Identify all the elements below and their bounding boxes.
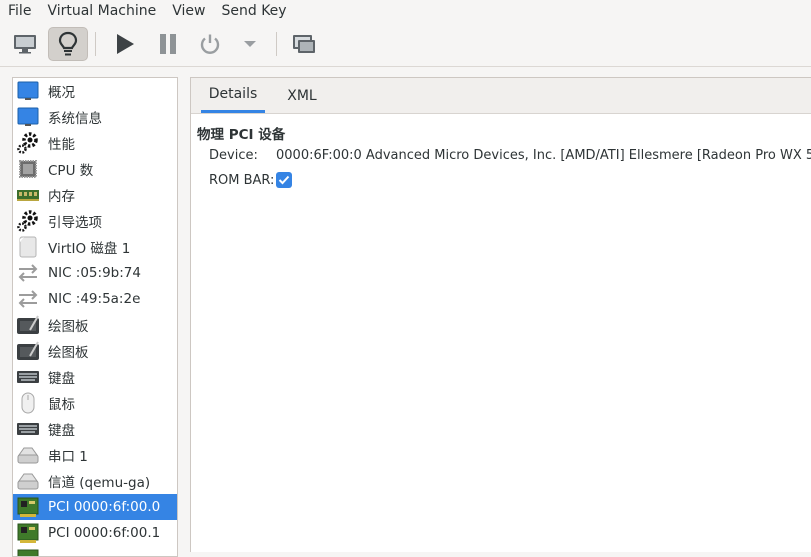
sidebar-item-label: 键盘 xyxy=(48,371,75,387)
dropdown-arrow-icon xyxy=(244,41,256,47)
pause-icon xyxy=(160,34,176,54)
sidebar-item-label: 串口 1 xyxy=(48,449,88,465)
shutdown-menu-button[interactable] xyxy=(230,27,270,61)
serial-icon xyxy=(15,443,41,467)
gears-icon xyxy=(15,209,41,233)
tab-xml[interactable]: XML xyxy=(271,78,333,113)
menu-file[interactable]: File xyxy=(0,0,39,22)
rom-bar-checkbox[interactable] xyxy=(276,172,292,188)
screenshot-icon xyxy=(293,35,315,53)
monitor-icon xyxy=(15,105,41,129)
screenshot-button[interactable] xyxy=(284,27,324,61)
details-panel: Details XML 物理 PCI 设备 Device: 0000:6F:00… xyxy=(190,77,811,552)
sidebar-item-nic-1[interactable]: NIC :05:9b:74 xyxy=(13,260,177,286)
toolbar-separator xyxy=(95,32,96,56)
power-icon xyxy=(200,34,220,54)
keyboard-icon xyxy=(15,365,41,389)
checkmark-icon xyxy=(278,175,290,185)
device-label: Device: xyxy=(209,148,258,163)
sidebar-item-label: NIC :05:9b:74 xyxy=(48,265,141,281)
sidebar-item-keyboard-1[interactable]: 键盘 xyxy=(13,364,177,390)
sidebar-item-overview[interactable]: 概况 xyxy=(13,78,177,104)
sidebar-item-keyboard-2[interactable]: 键盘 xyxy=(13,416,177,442)
toolbar-separator xyxy=(276,32,277,56)
pci-card-icon xyxy=(15,495,41,519)
disk-icon xyxy=(15,235,41,259)
sidebar-item-memory[interactable]: 内存 xyxy=(13,182,177,208)
sidebar-item-label: 概况 xyxy=(48,85,75,101)
tablet-icon xyxy=(15,313,41,337)
rom-bar-label: ROM BAR: xyxy=(209,173,275,188)
sidebar-item-cpus[interactable]: CPU 数 xyxy=(13,156,177,182)
sidebar-item-pci-6f-00-1[interactable]: PCI 0000:6f:00.1 xyxy=(13,520,177,546)
details-button[interactable] xyxy=(48,27,88,61)
sidebar-item-label: CPU 数 xyxy=(48,163,94,179)
sidebar-item-label: 绘图板 xyxy=(48,319,89,335)
menu-send-key[interactable]: Send Key xyxy=(213,0,294,22)
sidebar-item-label: 信道 (qemu-ga) xyxy=(48,475,151,491)
pci-card-icon xyxy=(15,547,41,556)
menubar: File Virtual Machine View Send Key xyxy=(0,0,811,22)
sidebar-item-label: VirtIO 磁盘 1 xyxy=(48,241,131,257)
toolbar-divider xyxy=(0,66,811,67)
mouse-icon xyxy=(15,391,41,415)
sidebar-item-tablet-2[interactable]: 绘图板 xyxy=(13,338,177,364)
network-icon xyxy=(15,287,41,311)
device-value: 0000:6F:00:0 Advanced Micro Devices, Inc… xyxy=(276,148,811,163)
sidebar-item-label: 绘图板 xyxy=(48,345,89,361)
sidebar-item-label: 鼠标 xyxy=(48,397,75,413)
memory-icon xyxy=(15,183,41,207)
run-icon xyxy=(117,34,134,54)
sidebar-item-label: PCI 0000:6f:00.1 xyxy=(48,525,161,541)
run-button[interactable] xyxy=(105,27,145,61)
sidebar-item-label: 性能 xyxy=(48,137,75,153)
menu-virtual-machine[interactable]: Virtual Machine xyxy=(39,0,164,22)
lightbulb-icon xyxy=(58,31,78,56)
keyboard-icon xyxy=(15,417,41,441)
sidebar-item-label: 内存 xyxy=(48,189,75,205)
serial-icon xyxy=(15,469,41,493)
sidebar-item-mouse[interactable]: 鼠标 xyxy=(13,390,177,416)
monitor-icon xyxy=(15,79,41,103)
menu-view[interactable]: View xyxy=(164,0,213,22)
sidebar-item-pci-6f-00-0[interactable]: PCI 0000:6f:00.0 xyxy=(13,494,177,520)
console-button[interactable] xyxy=(5,27,45,61)
cpu-icon xyxy=(15,157,41,181)
tab-bar: Details XML xyxy=(191,78,811,114)
toolbar xyxy=(0,22,811,66)
section-title: 物理 PCI 设备 xyxy=(197,127,286,143)
sidebar-item-label: NIC :49:5a:2e xyxy=(48,291,141,307)
tablet-icon xyxy=(15,339,41,363)
hardware-list[interactable]: 概况 系统信息 性能 CPU 数 内存 引导选项 VirtIO 磁盘 1 NIC… xyxy=(12,77,178,557)
console-icon xyxy=(14,35,36,54)
sidebar-item-label: 键盘 xyxy=(48,423,75,439)
pci-card-icon xyxy=(15,521,41,545)
network-icon xyxy=(15,261,41,285)
sidebar-item-boot-options[interactable]: 引导选项 xyxy=(13,208,177,234)
tab-details[interactable]: Details xyxy=(201,78,265,113)
sidebar-item-system-info[interactable]: 系统信息 xyxy=(13,104,177,130)
gears-icon xyxy=(15,131,41,155)
sidebar-item-performance[interactable]: 性能 xyxy=(13,130,177,156)
sidebar-item-tablet-1[interactable]: 绘图板 xyxy=(13,312,177,338)
sidebar-item-channel-qemu-ga[interactable]: 信道 (qemu-ga) xyxy=(13,468,177,494)
shutdown-button[interactable] xyxy=(190,27,230,61)
sidebar-item-serial-1[interactable]: 串口 1 xyxy=(13,442,177,468)
sidebar-item-nic-2[interactable]: NIC :49:5a:2e xyxy=(13,286,177,312)
sidebar-item-label: 引导选项 xyxy=(48,215,102,231)
sidebar-item-label: PCI 0000:6f:00.0 xyxy=(48,499,161,515)
pause-button[interactable] xyxy=(148,27,188,61)
sidebar-item-virtio-disk[interactable]: VirtIO 磁盘 1 xyxy=(13,234,177,260)
sidebar-item-label: 系统信息 xyxy=(48,111,102,127)
